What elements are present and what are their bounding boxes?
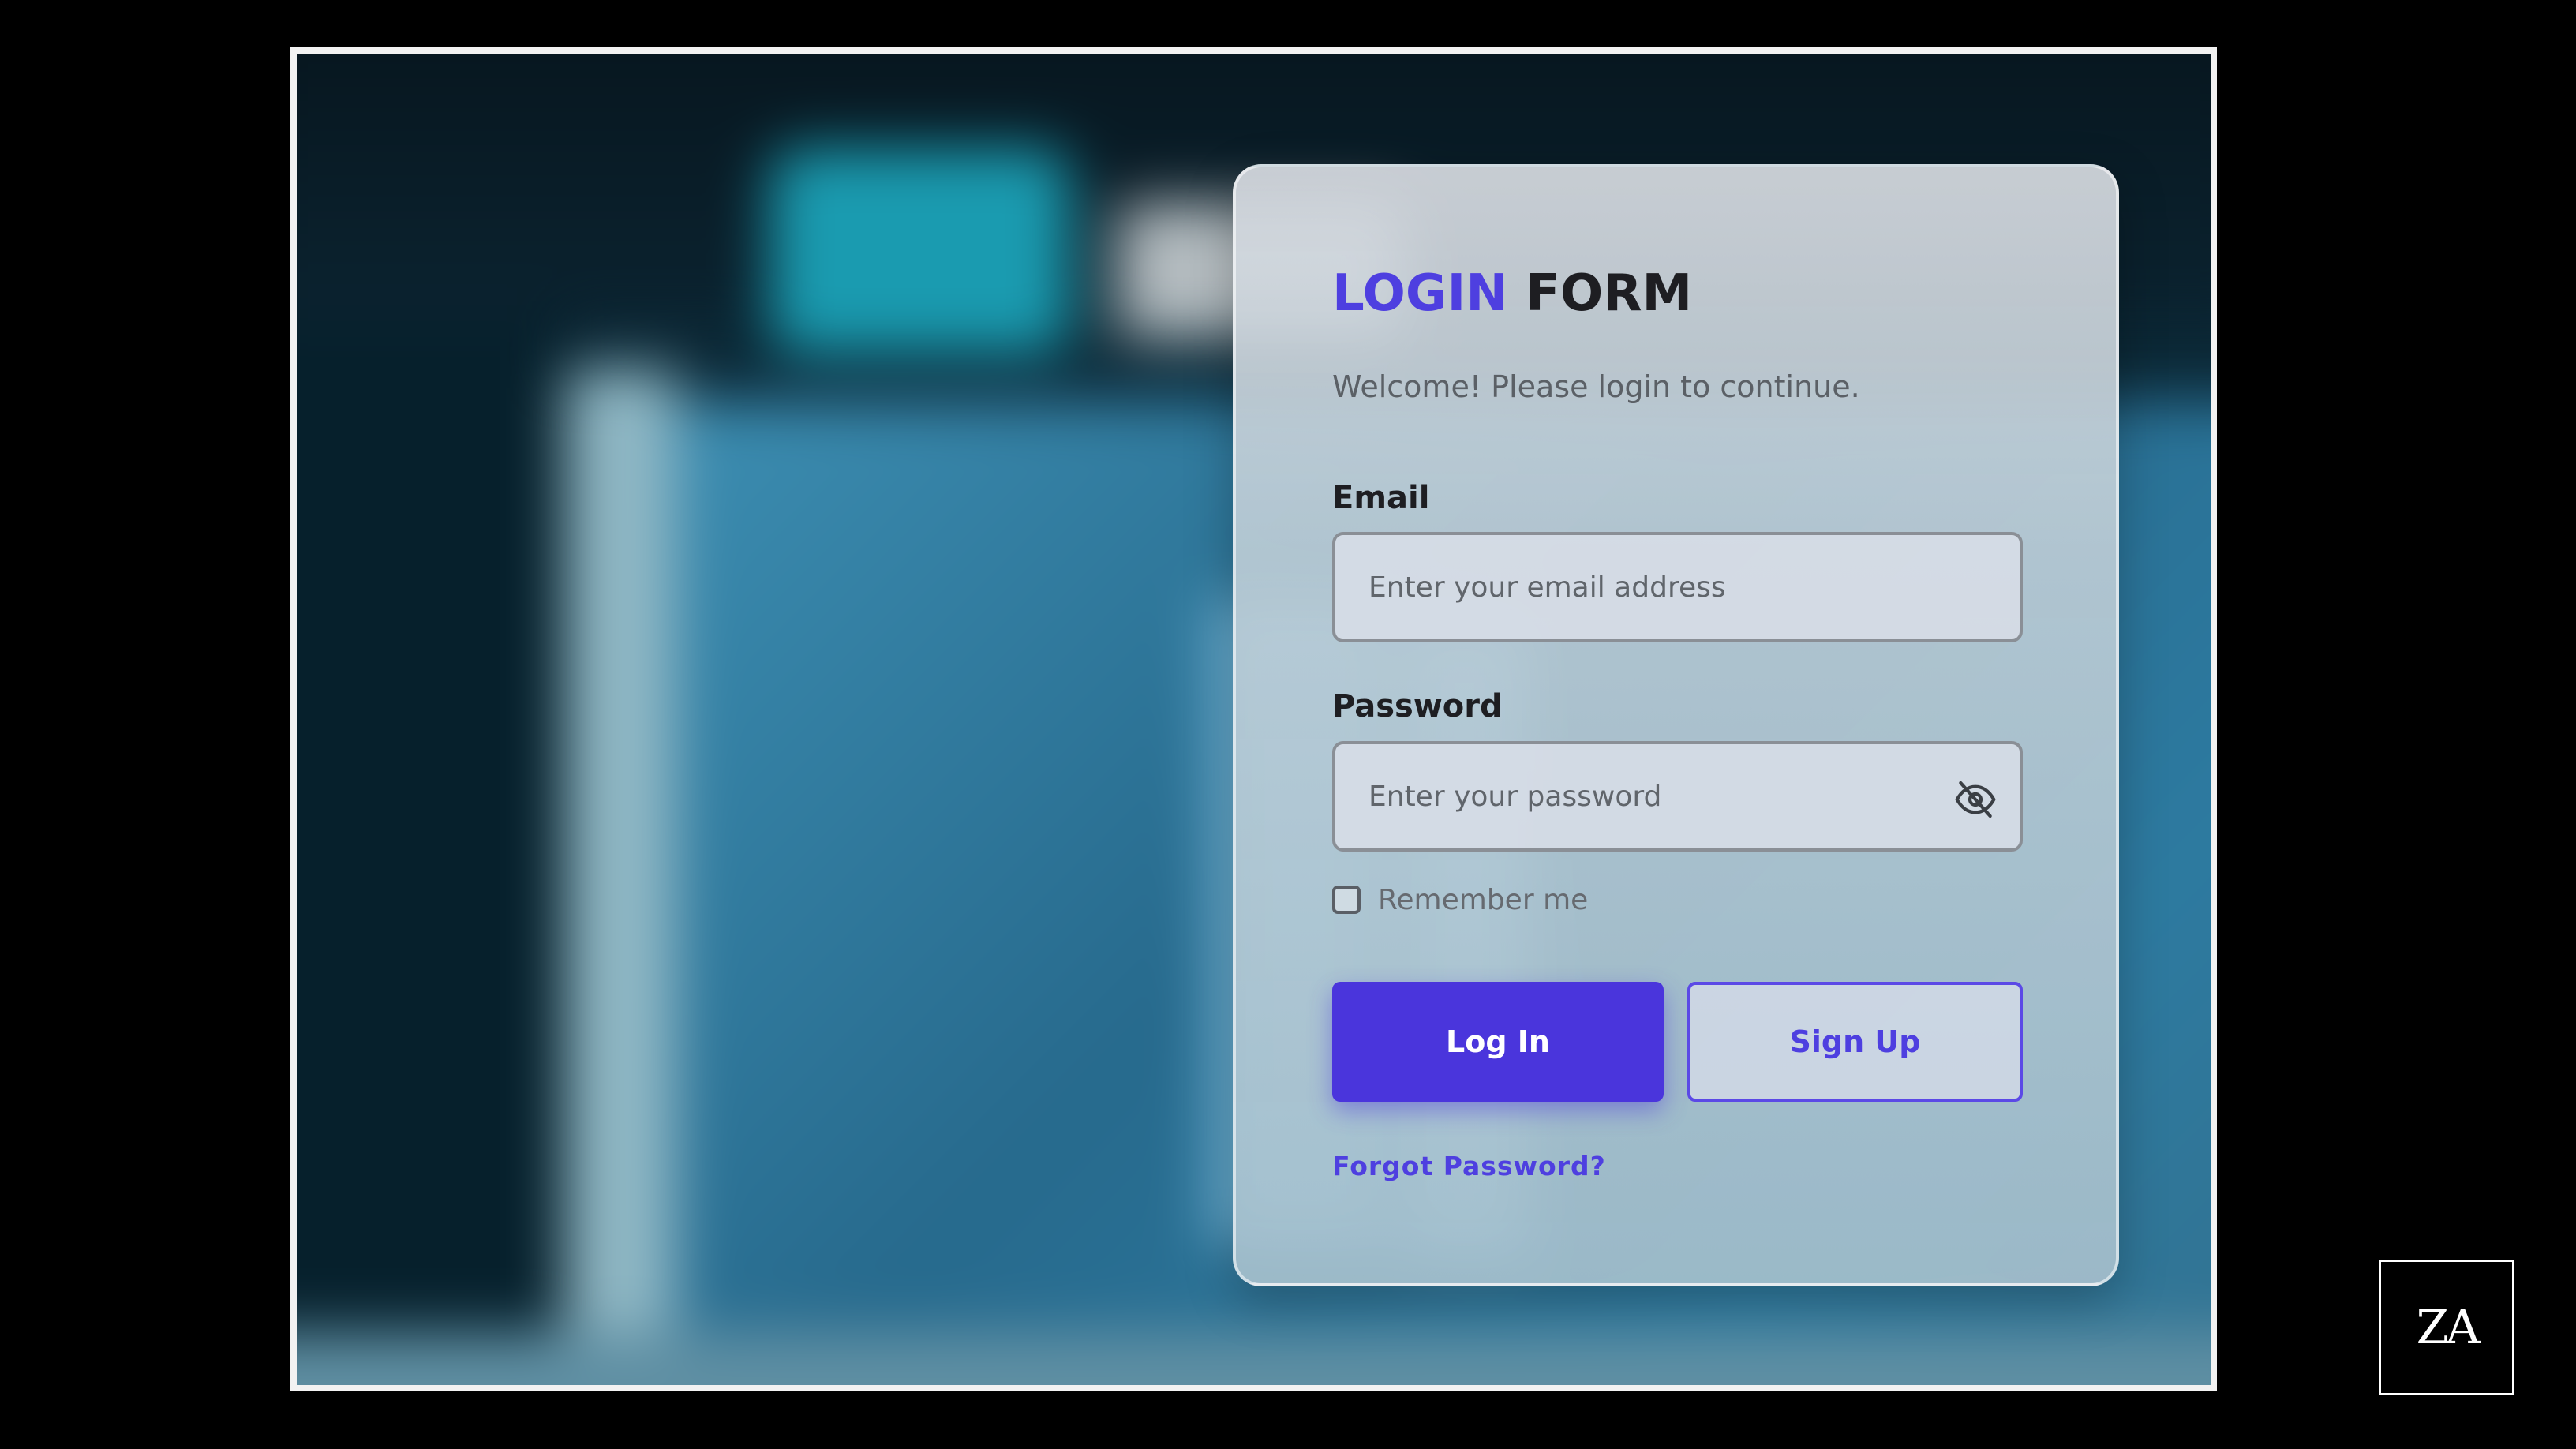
form-title-accent: LOGIN — [1332, 264, 1508, 323]
form-title: LOGIN FORM — [1332, 268, 1692, 319]
login-button[interactable]: Log In — [1332, 982, 1664, 1102]
remember-me-checkbox[interactable] — [1332, 886, 1361, 914]
password-label: Password — [1332, 688, 1503, 724]
remember-me-row[interactable]: Remember me — [1332, 882, 1588, 917]
form-title-rest: FORM — [1526, 264, 1693, 323]
brand-logo: ZA — [2379, 1260, 2514, 1395]
signup-button[interactable]: Sign Up — [1687, 982, 2023, 1102]
eye-off-icon[interactable] — [1953, 777, 1998, 822]
email-label: Email — [1332, 480, 1430, 516]
email-field-container — [1332, 532, 2023, 642]
login-card: LOGIN FORM Welcome! Please login to cont… — [1233, 164, 2119, 1286]
remember-me-label[interactable]: Remember me — [1378, 884, 1588, 916]
forgot-password-link[interactable]: Forgot Password? — [1332, 1151, 1606, 1181]
brand-logo-text: ZA — [2416, 1300, 2480, 1355]
password-field[interactable] — [1335, 744, 2020, 848]
email-field[interactable] — [1335, 535, 2020, 639]
form-subtitle: Welcome! Please login to continue. — [1332, 369, 1860, 404]
password-field-container — [1332, 741, 2023, 852]
